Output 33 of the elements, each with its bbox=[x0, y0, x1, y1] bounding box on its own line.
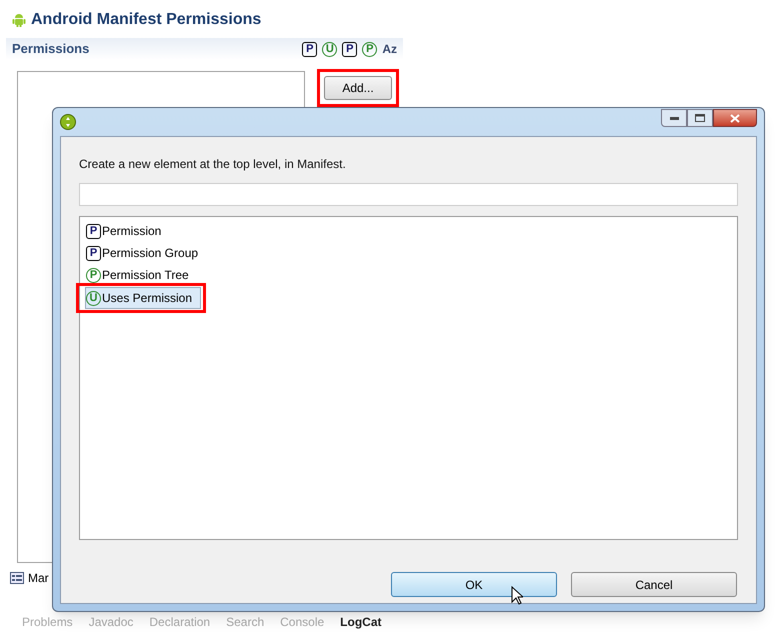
close-button[interactable] bbox=[713, 109, 757, 127]
maximize-icon bbox=[695, 114, 705, 122]
list-item[interactable]: U Uses Permission bbox=[85, 287, 202, 309]
form-icon bbox=[10, 572, 24, 584]
toolbar-icon: U bbox=[322, 42, 338, 56]
list-item[interactable]: P Permission Tree bbox=[85, 264, 198, 286]
dialog-prompt: Create a new element at the top level, in Manifest. bbox=[79, 156, 347, 173]
editor-title: Android Manifest Permissions bbox=[31, 10, 262, 30]
section-title: Permissions bbox=[12, 40, 90, 58]
cancel-button[interactable]: Cancel bbox=[571, 572, 737, 597]
minimize-button[interactable] bbox=[661, 109, 687, 127]
element-icon: P bbox=[86, 268, 101, 282]
element-icon: P bbox=[86, 246, 101, 260]
mouse-pointer-icon bbox=[511, 586, 523, 605]
android-robot-icon bbox=[11, 12, 27, 28]
view-tab[interactable]: LogCat bbox=[340, 614, 382, 630]
toolbar-icon: Az bbox=[382, 40, 397, 58]
filter-field[interactable] bbox=[79, 183, 738, 206]
list-item[interactable]: P Permission Group bbox=[85, 242, 208, 264]
ok-button[interactable]: OK bbox=[391, 572, 557, 597]
list-item[interactable]: P Permission bbox=[85, 220, 170, 242]
toolbar-icon: P bbox=[302, 42, 318, 56]
element-icon: P bbox=[86, 224, 101, 238]
add-button[interactable]: Add... bbox=[324, 76, 392, 100]
toolbar-icon: P bbox=[362, 42, 378, 56]
element-list[interactable]: P Permission P Permission Group P Permission Tree U Uses Permission bbox=[79, 216, 738, 540]
close-icon bbox=[730, 114, 740, 122]
editor-tab[interactable]: Mar bbox=[28, 569, 49, 587]
maximize-button[interactable] bbox=[687, 109, 713, 127]
minimize-icon bbox=[670, 116, 678, 120]
app-icon bbox=[60, 114, 76, 130]
element-icon: U bbox=[86, 290, 101, 306]
toolbar-icon: P bbox=[342, 42, 358, 56]
